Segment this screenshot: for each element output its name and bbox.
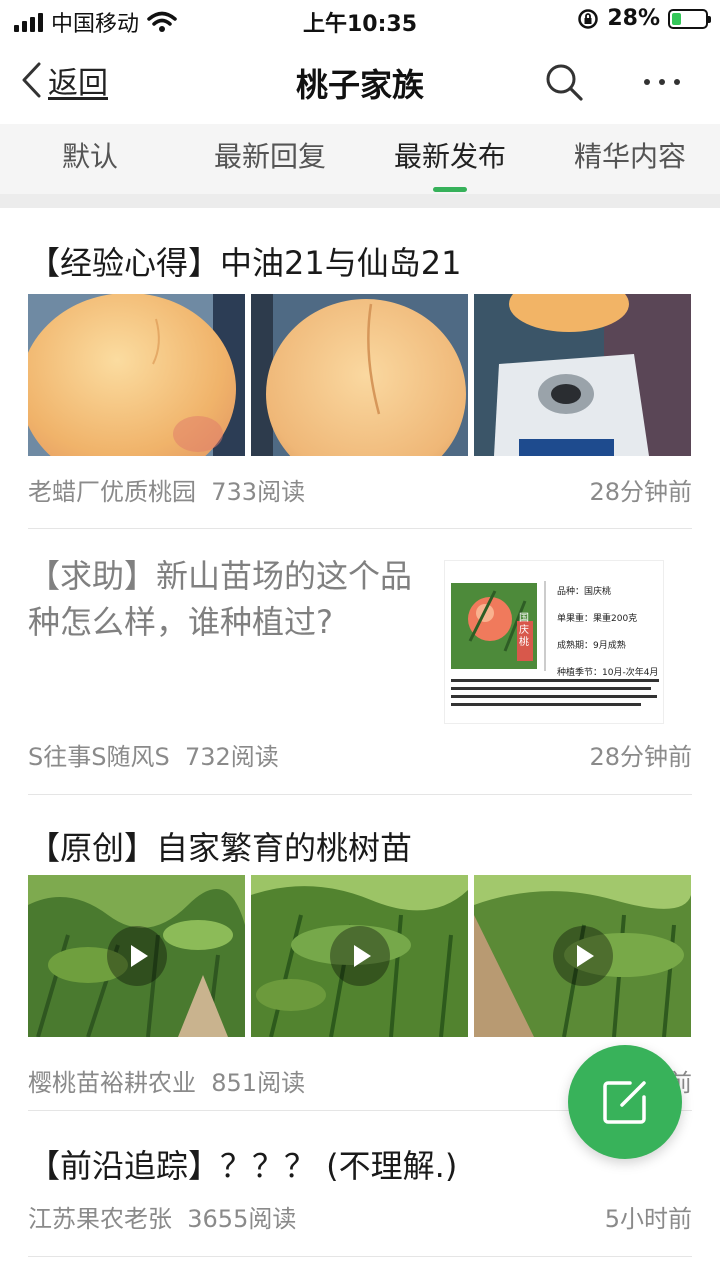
peach-photo[interactable] <box>251 294 468 456</box>
tab-latest-post[interactable]: 最新发布 <box>360 124 540 194</box>
active-tab-indicator <box>433 187 467 192</box>
tab-latest-reply[interactable]: 最新回复 <box>180 124 360 194</box>
post-title: 【原创】自家繁育的桃树苗 <box>28 829 413 867</box>
seedling-video[interactable] <box>474 875 691 1037</box>
refractometer-photo[interactable] <box>474 294 691 456</box>
tab-label: 默认 <box>61 140 118 173</box>
page-title: 桃子家族 <box>295 66 424 104</box>
post-author[interactable]: S往事S随风S <box>28 743 170 771</box>
post-time: 5小时前 <box>604 1205 692 1233</box>
post-time: 28分钟前 <box>589 743 692 771</box>
post-item[interactable]: 【经验心得】中油21与仙岛21 老蜡厂优质桃园 733阅读 28分钟前 <box>28 208 692 528</box>
variety-label: 国庆桃 <box>519 613 529 648</box>
tab-label: 最新回复 <box>213 140 326 173</box>
battery-percent: 28% <box>607 6 660 31</box>
compose-button[interactable] <box>568 1045 682 1159</box>
variety-line: 品种：国庆桃 <box>557 587 612 597</box>
tab-label: 最新发布 <box>393 140 506 173</box>
sort-tabs: 默认 最新回复 最新发布 精华内容 <box>0 124 720 194</box>
post-videos <box>28 875 692 1037</box>
variety-line: 种植季节：10月-次年4月 <box>557 668 659 678</box>
post-title: 【前沿追踪】？？？ (不理解.) <box>28 1147 458 1185</box>
tab-default[interactable]: 默认 <box>0 124 180 194</box>
play-icon[interactable] <box>106 926 167 986</box>
status-bar: 中国移动 上午10:35 28% <box>0 0 720 40</box>
search-icon[interactable] <box>542 60 586 104</box>
post-title: 【经验心得】中油21与仙岛21 <box>28 244 462 282</box>
post-reads: 3655阅读 <box>187 1205 297 1233</box>
post-time: 28分钟前 <box>589 478 692 506</box>
post-meta: 老蜡厂优质桃园 733阅读 28分钟前 <box>28 472 692 507</box>
back-button[interactable]: 返回 <box>20 58 108 102</box>
nav-bar: 返回 桃子家族 <box>0 40 720 124</box>
more-dots-icon[interactable] <box>640 62 684 102</box>
battery-icon <box>668 8 711 29</box>
rotation-lock-icon <box>578 8 599 29</box>
seedling-video[interactable] <box>28 875 245 1037</box>
post-meta: 江苏果农老张 3655阅读 5小时前 <box>28 1199 692 1234</box>
post-reads: 851阅读 <box>211 1069 306 1097</box>
divider <box>28 1256 692 1257</box>
variety-line: 单果重：果重200克 <box>557 614 638 624</box>
post-reads: 733阅读 <box>211 478 306 506</box>
seedling-video[interactable] <box>251 875 468 1037</box>
peach-photo[interactable] <box>28 294 245 456</box>
chevron-left-icon <box>22 62 41 98</box>
play-icon[interactable] <box>329 926 390 986</box>
post-author[interactable]: 江苏果农老张 <box>28 1205 172 1233</box>
back-label: 返回 <box>48 66 108 101</box>
post-reads: 732阅读 <box>184 743 279 771</box>
tab-label: 精华内容 <box>573 140 686 173</box>
post-title: 【求助】新山苗场的这个品种怎么样，谁种植过? <box>28 557 413 641</box>
play-icon[interactable] <box>552 926 613 986</box>
tab-featured[interactable]: 精华内容 <box>540 124 720 194</box>
section-gap <box>0 194 720 208</box>
battery-level <box>672 12 681 25</box>
variety-info-image[interactable]: 品种：国庆桃 单果重：果重200克 成熟期：9月成熟 种植季节：10月-次年4月… <box>444 560 664 724</box>
post-author[interactable]: 老蜡厂优质桃园 <box>28 478 196 506</box>
compose-icon <box>603 1081 646 1124</box>
post-author[interactable]: 樱桃苗裕耕农业 <box>28 1069 196 1097</box>
variety-line: 成熟期：9月成熟 <box>557 641 626 651</box>
post-images <box>28 294 692 456</box>
post-meta: S往事S随风S 732阅读 28分钟前 <box>28 737 692 772</box>
